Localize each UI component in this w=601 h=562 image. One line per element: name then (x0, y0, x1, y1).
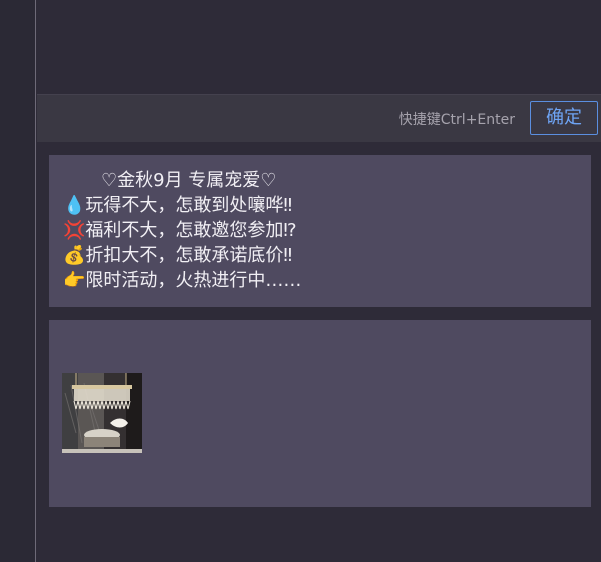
confirm-button[interactable]: 确定 (530, 101, 598, 135)
message-line: 👉限时活动，火热进行中…… (63, 270, 302, 291)
attachment-card (49, 320, 591, 507)
message-text-card[interactable]: ♡金秋9月 专属宠爱♡ 💧玩得不大，怎敢到处嚷哗‼ 💢福利不大，怎敢邀您参加⁉ … (49, 155, 591, 307)
message-line: ♡金秋9月 专属宠爱♡ (101, 170, 277, 191)
chat-composer-panel: 快捷键Ctrl+Enter 确定 ♡金秋9月 专属宠爱♡ 💧玩得不大，怎敢到处嚷… (0, 0, 601, 562)
chandelier-photo-icon (62, 373, 142, 453)
message-line: 💰折扣大不，怎敢承诺底价‼ (63, 245, 293, 266)
image-thumbnail[interactable] (62, 373, 142, 453)
message-line: 💧玩得不大，怎敢到处嚷哗‼ (63, 195, 293, 216)
panel-divider (35, 0, 36, 562)
composer-toolbar: 快捷键Ctrl+Enter 确定 (37, 94, 601, 142)
message-line: 💢福利不大，怎敢邀您参加⁉ (63, 220, 297, 241)
message-text: ♡金秋9月 专属宠爱♡ 💧玩得不大，怎敢到处嚷哗‼ 💢福利不大，怎敢邀您参加⁉ … (63, 168, 583, 293)
left-rail (0, 0, 36, 562)
message-history-area (37, 0, 601, 94)
shortcut-hint: 快捷键Ctrl+Enter (398, 112, 515, 128)
